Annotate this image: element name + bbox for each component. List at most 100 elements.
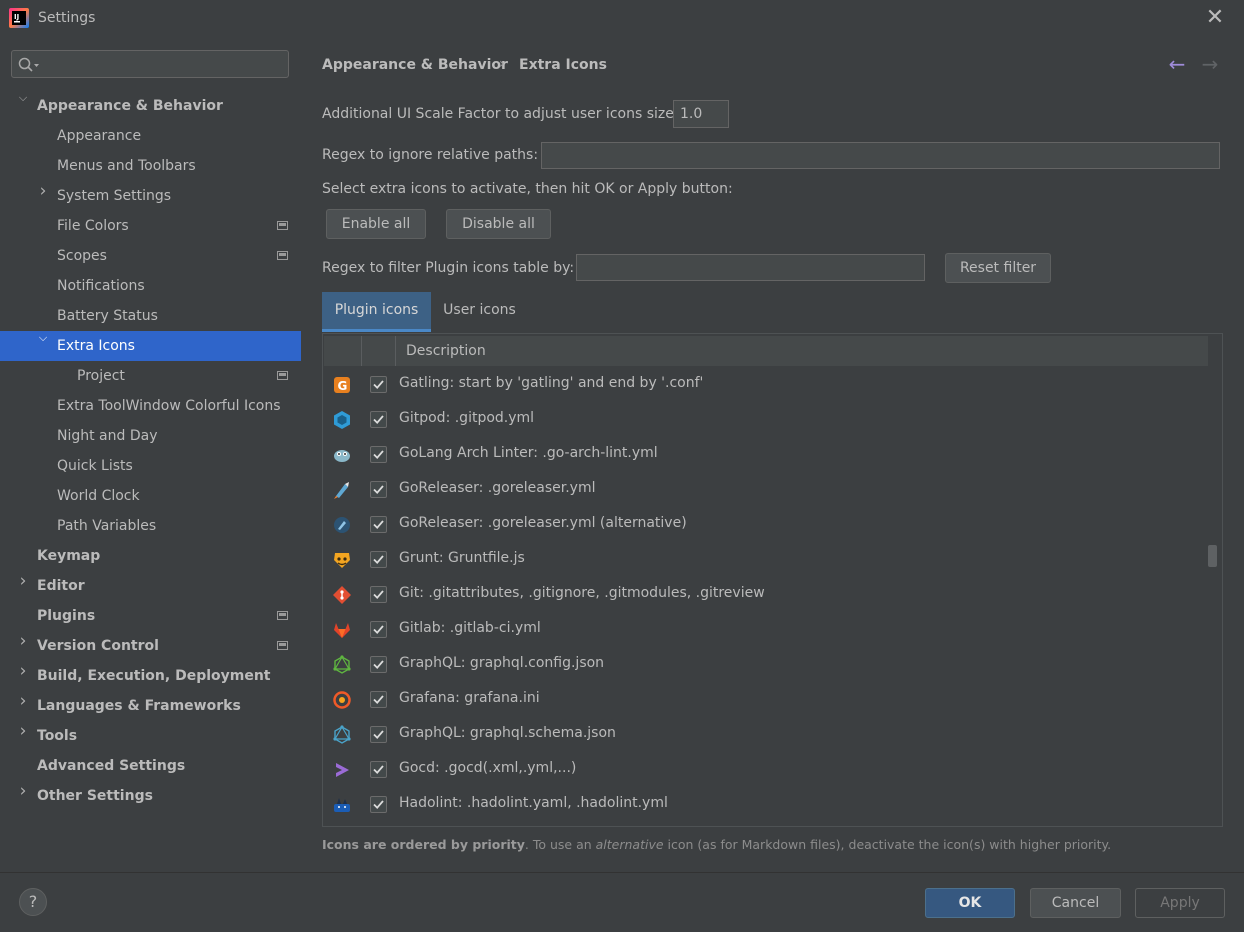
- tab-plugin-icons[interactable]: Plugin icons: [322, 292, 431, 332]
- apply-button[interactable]: Apply: [1135, 888, 1225, 918]
- enable-checkbox[interactable]: [370, 761, 387, 778]
- sidebar-item-scopes[interactable]: Scopes: [57, 241, 107, 271]
- chevron-right-icon[interactable]: ›: [17, 661, 29, 691]
- table-row[interactable]: GoLang Arch Linter: .go-arch-lint.yml: [324, 437, 1208, 472]
- chevron-right-icon[interactable]: ›: [17, 571, 29, 601]
- sidebar-item-keymap[interactable]: Keymap: [37, 541, 100, 571]
- project-level-badge-icon: [277, 641, 288, 650]
- sidebar-item-path-variables[interactable]: Path Variables: [57, 511, 156, 541]
- icon-column-header[interactable]: [324, 336, 362, 366]
- sidebar-item-languages-frameworks[interactable]: Languages & Frameworks: [37, 691, 241, 721]
- sidebar-item-project[interactable]: Project: [77, 361, 125, 391]
- checkmark-icon: [373, 450, 384, 460]
- table-row[interactable]: Gitlab: .gitlab-ci.yml: [324, 612, 1208, 647]
- sidebar-item-build-execution-deployment[interactable]: Build, Execution, Deployment: [37, 661, 271, 691]
- regex-ignore-input[interactable]: [541, 142, 1220, 169]
- checkmark-icon: [373, 415, 384, 425]
- table-row[interactable]: Git: .gitattributes, .gitignore, .gitmod…: [324, 577, 1208, 612]
- goreleaser-alt-icon: [332, 515, 352, 535]
- sidebar-item-appearance-behavior[interactable]: Appearance & Behavior: [37, 91, 223, 121]
- table-row[interactable]: Grafana: grafana.ini: [324, 682, 1208, 717]
- sidebar-item-file-colors[interactable]: File Colors: [57, 211, 129, 241]
- chevron-down-icon[interactable]: ⌵: [17, 91, 29, 121]
- enable-checkbox[interactable]: [370, 551, 387, 568]
- window-title: Settings: [38, 10, 96, 26]
- chevron-right-icon[interactable]: ›: [17, 691, 29, 721]
- enable-checkbox[interactable]: [370, 516, 387, 533]
- footer-divider: [0, 872, 1244, 873]
- forward-arrow-icon[interactable]: →: [1199, 53, 1221, 75]
- enabled-column-header[interactable]: [362, 336, 396, 366]
- enable-checkbox[interactable]: [370, 411, 387, 428]
- sidebar-item-appearance[interactable]: Appearance: [57, 121, 141, 151]
- sidebar-item-battery-status[interactable]: Battery Status: [57, 301, 158, 331]
- grunt-icon: [332, 550, 352, 570]
- project-level-badge-icon: [277, 221, 288, 230]
- footnote-bold: Icons are ordered by priority: [322, 837, 525, 852]
- ok-button[interactable]: OK: [925, 888, 1015, 918]
- row-description: Gatling: start by 'gatling' and end by '…: [399, 375, 704, 391]
- sidebar-item-quick-lists[interactable]: Quick Lists: [57, 451, 133, 481]
- sidebar-item-menus-and-toolbars[interactable]: Menus and Toolbars: [57, 151, 196, 181]
- sidebar-item-extra-toolwindow-colorful-icons[interactable]: Extra ToolWindow Colorful Icons: [57, 391, 281, 421]
- checkmark-icon: [373, 660, 384, 670]
- search-field[interactable]: [44, 53, 288, 77]
- back-arrow-icon[interactable]: ←: [1166, 53, 1188, 75]
- table-row[interactable]: Grunt: Gruntfile.js: [324, 542, 1208, 577]
- sidebar-item-notifications[interactable]: Notifications: [57, 271, 145, 301]
- enable-all-button[interactable]: Enable all: [326, 209, 426, 239]
- enable-checkbox[interactable]: [370, 691, 387, 708]
- enable-checkbox[interactable]: [370, 621, 387, 638]
- sidebar-item-extra-icons[interactable]: Extra Icons: [57, 331, 135, 361]
- regex-filter-input[interactable]: [576, 254, 925, 281]
- title-bar: [0, 0, 1244, 38]
- sidebar-item-other-settings[interactable]: Other Settings: [37, 781, 153, 811]
- row-description: Gitlab: .gitlab-ci.yml: [399, 620, 541, 636]
- chevron-down-icon[interactable]: ⌵: [37, 331, 49, 361]
- chevron-right-icon[interactable]: ›: [37, 181, 49, 211]
- table-scrollbar-thumb[interactable]: [1208, 545, 1217, 567]
- sidebar-item-system-settings[interactable]: System Settings: [57, 181, 171, 211]
- scale-factor-label: Additional UI Scale Factor to adjust use…: [322, 106, 679, 122]
- table-row[interactable]: GoReleaser: .goreleaser.yml: [324, 472, 1208, 507]
- search-input[interactable]: [11, 50, 289, 78]
- tab-user-icons[interactable]: User icons: [431, 292, 528, 332]
- enable-checkbox[interactable]: [370, 446, 387, 463]
- help-button[interactable]: ?: [19, 888, 47, 916]
- priority-footnote: Icons are ordered by priority. To use an…: [322, 837, 1111, 852]
- enable-checkbox[interactable]: [370, 376, 387, 393]
- table-row[interactable]: GoReleaser: .goreleaser.yml (alternative…: [324, 507, 1208, 542]
- table-row[interactable]: G Gatling: start by 'gatling' and end by …: [324, 367, 1208, 402]
- sidebar-item-editor[interactable]: Editor: [37, 571, 85, 601]
- table-row[interactable]: Hadolint: .hadolint.yaml, .hadolint.yml: [324, 787, 1208, 822]
- reset-filter-button[interactable]: Reset filter: [945, 253, 1051, 283]
- sidebar-item-tools[interactable]: Tools: [37, 721, 77, 751]
- table-row[interactable]: Gocd: .gocd(.xml,.yml,...): [324, 752, 1208, 787]
- table-row[interactable]: GraphQL: graphql.config.json: [324, 647, 1208, 682]
- sidebar-item-advanced-settings[interactable]: Advanced Settings: [37, 751, 185, 781]
- hadolint-icon: [332, 795, 352, 815]
- sidebar-item-world-clock[interactable]: World Clock: [57, 481, 140, 511]
- checkmark-icon: [373, 625, 384, 635]
- row-description: Gocd: .gocd(.xml,.yml,...): [399, 760, 577, 776]
- sidebar-item-version-control[interactable]: Version Control: [37, 631, 159, 661]
- disable-all-button[interactable]: Disable all: [446, 209, 551, 239]
- scale-factor-input[interactable]: [673, 100, 729, 128]
- cancel-button[interactable]: Cancel: [1030, 888, 1121, 918]
- enable-checkbox[interactable]: [370, 656, 387, 673]
- table-row[interactable]: Gitpod: .gitpod.yml: [324, 402, 1208, 437]
- chevron-right-icon[interactable]: ›: [17, 631, 29, 661]
- enable-checkbox[interactable]: [370, 586, 387, 603]
- sidebar-item-plugins[interactable]: Plugins: [37, 601, 95, 631]
- chevron-right-icon[interactable]: ›: [17, 781, 29, 811]
- enable-checkbox[interactable]: [370, 726, 387, 743]
- row-description: Gitpod: .gitpod.yml: [399, 410, 535, 426]
- table-row[interactable]: GraphQL: graphql.schema.json: [324, 717, 1208, 752]
- chevron-right-icon[interactable]: ›: [17, 721, 29, 751]
- breadcrumb-parent[interactable]: Appearance & Behavior: [322, 57, 508, 73]
- description-column-header[interactable]: Description: [406, 343, 486, 359]
- enable-checkbox[interactable]: [370, 481, 387, 498]
- close-icon[interactable]: ✕: [1204, 6, 1226, 30]
- enable-checkbox[interactable]: [370, 796, 387, 813]
- sidebar-item-night-and-day[interactable]: Night and Day: [57, 421, 158, 451]
